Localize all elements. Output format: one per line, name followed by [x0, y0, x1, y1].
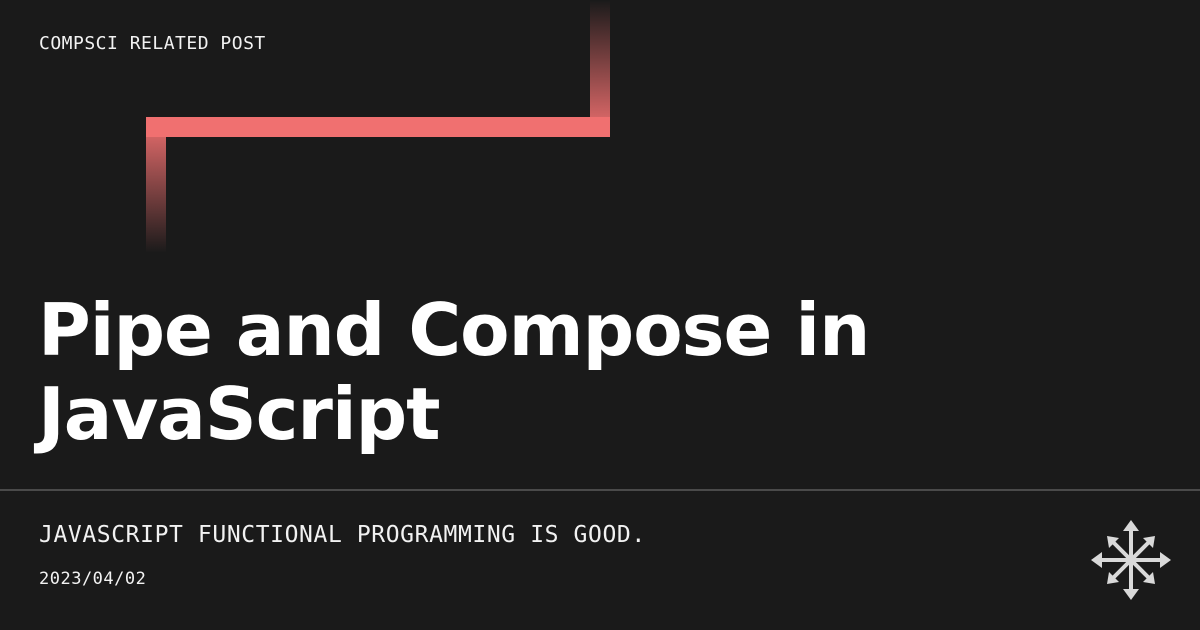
pipe-segment-right-vertical [590, 0, 610, 136]
post-description: JAVASCRIPT FUNCTIONAL PROGRAMMING IS GOO… [39, 522, 646, 548]
og-card: COMPSCI RELATED POST Pipe and Compose in… [0, 0, 1200, 630]
post-title: Pipe and Compose in JavaScript [38, 288, 870, 456]
pipe-segment-horizontal [146, 117, 610, 137]
compass-arrows-icon [1091, 520, 1171, 600]
pipe-segment-left-vertical [146, 117, 166, 253]
divider [0, 489, 1200, 491]
post-date: 2023/04/02 [39, 569, 147, 589]
